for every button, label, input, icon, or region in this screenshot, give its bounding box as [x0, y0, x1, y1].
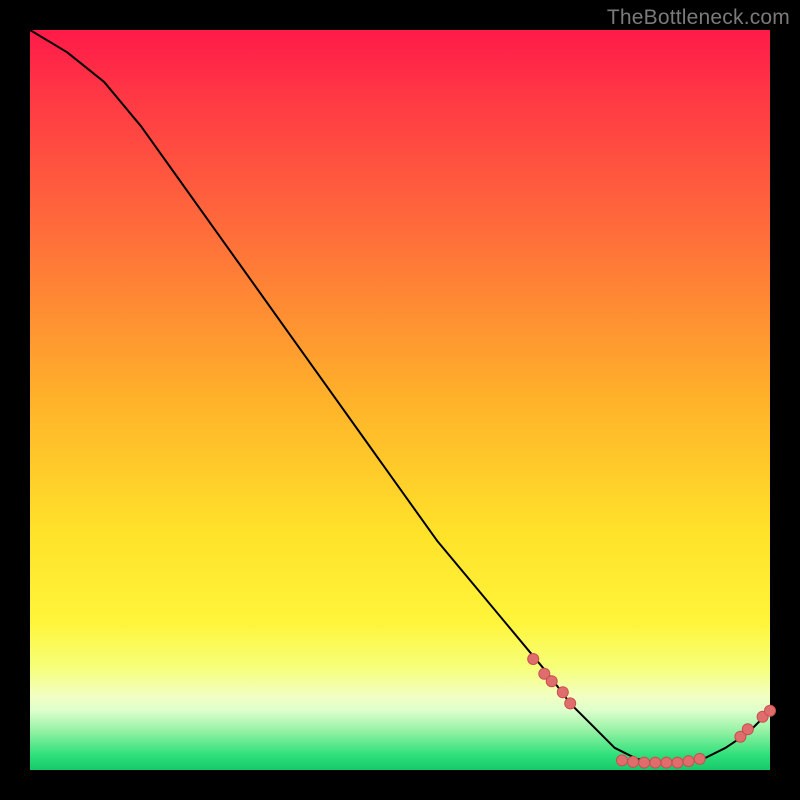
data-point [546, 676, 557, 687]
chart-svg [30, 30, 770, 770]
data-point [765, 705, 776, 716]
data-point [528, 654, 539, 665]
data-point [565, 698, 576, 709]
data-point [742, 724, 753, 735]
data-point [557, 687, 568, 698]
data-point [661, 757, 672, 768]
data-point [672, 757, 683, 768]
watermark-text: TheBottleneck.com [607, 6, 790, 30]
data-point [628, 756, 639, 767]
data-point [650, 757, 661, 768]
chart-frame: TheBottleneck.com [0, 0, 800, 800]
bottleneck-curve-line [30, 30, 770, 763]
plot-area [30, 30, 770, 770]
data-point [639, 757, 650, 768]
data-point-markers [528, 654, 776, 769]
data-point [617, 755, 628, 766]
data-point [694, 753, 705, 764]
data-point [683, 756, 694, 767]
